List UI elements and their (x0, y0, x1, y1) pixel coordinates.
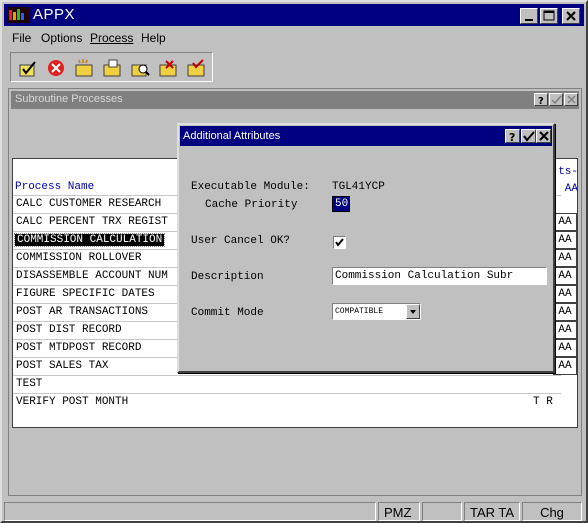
aa-cell[interactable]: AA (553, 285, 577, 303)
window-title: APPX (33, 6, 76, 23)
minimize-button[interactable] (520, 8, 538, 24)
toolbar-new-button[interactable] (73, 57, 95, 79)
toolbar-find-button[interactable] (129, 57, 151, 79)
dialog-title-bar[interactable]: Additional Attributes ? (180, 126, 552, 146)
row-extra-cell: T R (533, 396, 553, 408)
dialog-help-button[interactable]: ? (505, 129, 520, 144)
find-folder-icon (131, 64, 150, 77)
toolbar (10, 52, 213, 82)
folder-x-icon (159, 60, 177, 77)
menu-file[interactable]: File (12, 31, 31, 45)
child-close-button[interactable] (564, 93, 578, 106)
additional-attributes-dialog: Additional Attributes ? Executable Modul… (177, 123, 555, 373)
toolbar-cancel-button[interactable] (45, 57, 67, 79)
check-icon (523, 131, 535, 142)
status-cell-tar: TAR TA (464, 502, 520, 521)
folder-check-icon (187, 59, 205, 77)
child-title-bar[interactable]: Subroutine Processes ? (11, 91, 579, 109)
checkmark-icon (335, 238, 344, 247)
svg-text:?: ? (509, 131, 515, 142)
process-name-cell: COMMISSION ROLLOVER (16, 252, 142, 264)
toolbar-open-button[interactable] (101, 57, 123, 79)
aa-cell (553, 375, 577, 393)
new-folder-icon (75, 59, 93, 77)
aa-cell[interactable]: AA (553, 303, 577, 321)
help-icon: ? (538, 96, 544, 107)
process-name-cell: POST MTDPOST RECORD (16, 342, 142, 354)
aa-cell[interactable]: AA (553, 357, 577, 375)
menu-process[interactable]: Process (90, 31, 133, 45)
executable-module-value: TGL41YCP (332, 181, 385, 193)
description-input[interactable]: Commission Calculation Subr (332, 267, 547, 285)
dialog-ok-button[interactable] (521, 129, 536, 143)
dialog-close-button[interactable] (536, 129, 551, 143)
cache-priority-input[interactable]: 50 (332, 196, 350, 212)
commit-mode-label: Commit Mode (191, 307, 264, 319)
maximize-button[interactable] (540, 8, 558, 24)
close-icon (539, 131, 549, 141)
table-row[interactable]: VERIFY POST MONTH T R (13, 393, 561, 411)
toolbar-ok-button[interactable] (17, 57, 39, 79)
close-icon (567, 95, 576, 104)
column-header-process-name: Process Name (15, 181, 95, 193)
aa-cell[interactable]: AA (553, 339, 577, 357)
commit-mode-value: COMPATIBLE (335, 307, 384, 316)
executable-module-label: Executable Module: (191, 181, 310, 193)
process-name-cell: DISASSEMBLE ACCOUNT NUM (16, 270, 168, 282)
table-row[interactable]: TEST (13, 375, 561, 393)
dialog-title: Additional Attributes (183, 130, 281, 142)
help-icon: ? (509, 131, 515, 144)
aa-cell[interactable]: AA (553, 267, 577, 285)
process-name-cell: TEST (16, 378, 43, 390)
aa-cell[interactable]: AA (553, 249, 577, 267)
close-icon (566, 11, 576, 21)
toolbar-commit-button[interactable] (185, 57, 207, 79)
maximize-icon (543, 10, 555, 21)
cancel-icon (48, 60, 64, 76)
dropdown-arrow-button[interactable] (406, 304, 420, 319)
status-cell-chg: Chg (522, 502, 582, 521)
process-name-cell: FIGURE SPECIFIC DATES (16, 288, 155, 300)
process-name-cell: POST AR TRANSACTIONS (16, 306, 149, 318)
menu-bar: File Options Process Help (4, 28, 584, 48)
svg-text:?: ? (538, 96, 544, 105)
process-name-cell: CALC PERCENT TRX REGIST (16, 216, 168, 228)
user-cancel-checkbox[interactable] (333, 236, 346, 249)
close-button[interactable] (562, 8, 580, 24)
cache-priority-label: Cache Priority (205, 199, 298, 211)
process-name-cell: COMMISSION CALCULATION (13, 233, 166, 247)
user-cancel-label: User Cancel OK? (191, 235, 291, 247)
minimize-icon (525, 19, 533, 21)
child-help-button[interactable]: ? (534, 93, 548, 107)
column-header-aa: ts- AA (556, 164, 578, 198)
menu-options[interactable]: Options (41, 31, 82, 45)
status-cell-pmz: PMZ (378, 502, 420, 521)
aa-cell[interactable]: AA (553, 213, 577, 231)
aa-header-top: ts- (558, 166, 578, 178)
status-bar: PMZ TAR TA Chg (4, 501, 584, 521)
child-ok-button[interactable] (549, 93, 563, 106)
child-window-title: Subroutine Processes (15, 93, 123, 105)
aa-cell (553, 393, 577, 411)
aa-cell[interactable]: AA (553, 231, 577, 249)
open-folder-icon (103, 59, 121, 77)
appx-logo-icon (7, 7, 29, 23)
commit-mode-select[interactable]: COMPATIBLE (332, 303, 421, 320)
process-name-cell: POST SALES TAX (16, 360, 109, 372)
aa-cell (553, 195, 577, 213)
process-name-cell: VERIFY POST MONTH (16, 396, 129, 408)
status-cell-1 (4, 502, 376, 521)
description-label: Description (191, 271, 264, 283)
title-bar[interactable]: APPX (4, 4, 584, 26)
ok-check-icon (19, 61, 36, 77)
process-name-cell: CALC CUSTOMER RESEARCH (16, 198, 162, 210)
process-name-cell: POST DIST RECORD (16, 324, 122, 336)
status-cell-3 (422, 502, 462, 521)
chevron-down-icon (410, 310, 416, 314)
app-window: APPX File Options Process Help Subroutin… (0, 0, 588, 523)
aa-cell[interactable]: AA (553, 321, 577, 339)
menu-help[interactable]: Help (141, 31, 166, 45)
toolbar-delete-button[interactable] (157, 57, 179, 79)
check-icon (551, 95, 562, 105)
